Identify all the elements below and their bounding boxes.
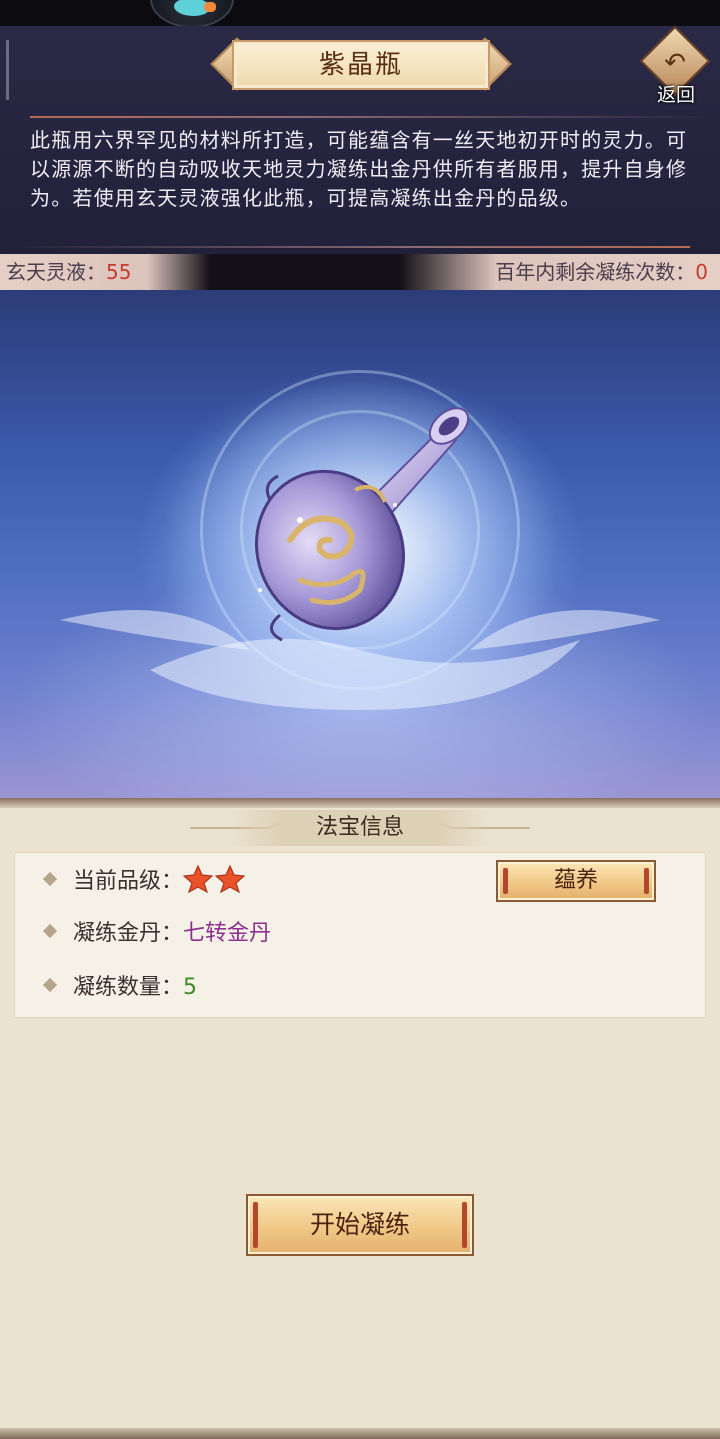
divider: [6, 40, 9, 100]
pill-value: 七转金丹: [183, 921, 272, 946]
star-icon: [183, 864, 214, 894]
liquid-label: 玄天灵液：: [6, 260, 106, 284]
pill-row: 凝练金丹：七转金丹: [42, 919, 272, 949]
section-title: 法宝信息: [230, 810, 490, 846]
item-description: 此瓶用六界罕见的材料所打造，可能蕴含有一丝天地初开时的灵力。可以源源不断的自动吸…: [30, 128, 688, 210]
count-row: 凝练数量：5: [42, 973, 198, 1003]
count-value: 5: [183, 975, 198, 1000]
star-icon: [215, 864, 246, 894]
status-bar: [0, 0, 720, 26]
back-arrow-icon: ↶: [664, 48, 686, 78]
pill-label: 凝练金丹：: [73, 921, 184, 946]
title-plate: 紫晶瓶: [210, 37, 512, 91]
bullet-icon: [42, 923, 58, 939]
remaining-value: 0: [695, 260, 708, 284]
start-refine-button[interactable]: 开始凝练: [246, 1194, 474, 1256]
liquid-counter: 玄天灵液：55: [0, 254, 210, 290]
fish-icon: [174, 0, 216, 16]
start-refine-label: 开始凝练: [309, 1210, 410, 1239]
resource-bar: 玄天灵液：55 百年内剩余凝练次数：0: [0, 254, 720, 290]
grade-row: 当前品级：: [42, 864, 247, 897]
grade-label: 当前品级：: [73, 869, 184, 894]
purple-vase-icon: [60, 380, 660, 720]
count-label: 凝练数量：: [73, 975, 184, 1000]
header-panel: 紫晶瓶 ↶ 返回 此瓶用六界罕见的材料所打造，可能蕴含有一丝天地初开时的灵力。可…: [0, 25, 720, 254]
liquid-value: 55: [106, 260, 132, 284]
button-endcap: [644, 868, 649, 894]
divider: [10, 246, 690, 248]
page-title: 紫晶瓶: [318, 50, 403, 80]
back-label: 返回: [656, 84, 695, 106]
bullet-icon: [42, 871, 58, 887]
divider: [0, 1428, 720, 1439]
divider: [0, 798, 720, 808]
button-endcap: [253, 1202, 258, 1248]
bullet-icon: [42, 977, 58, 993]
divider: [30, 116, 710, 118]
button-endcap: [503, 868, 508, 894]
nurture-button[interactable]: 蕴养: [496, 860, 656, 902]
button-endcap: [462, 1202, 467, 1248]
treasure-artwork: [0, 290, 720, 798]
treasure-info-panel: 法宝信息 当前品级： 凝练金丹：七转金丹 凝练数量：5 蕴养 开始凝练: [0, 798, 720, 1439]
back-button[interactable]: ↶ 返回: [639, 25, 712, 106]
remaining-label: 百年内剩余凝练次数：: [495, 260, 696, 284]
remaining-counter: 百年内剩余凝练次数：0: [400, 254, 720, 290]
nurture-button-label: 蕴养: [553, 868, 598, 893]
